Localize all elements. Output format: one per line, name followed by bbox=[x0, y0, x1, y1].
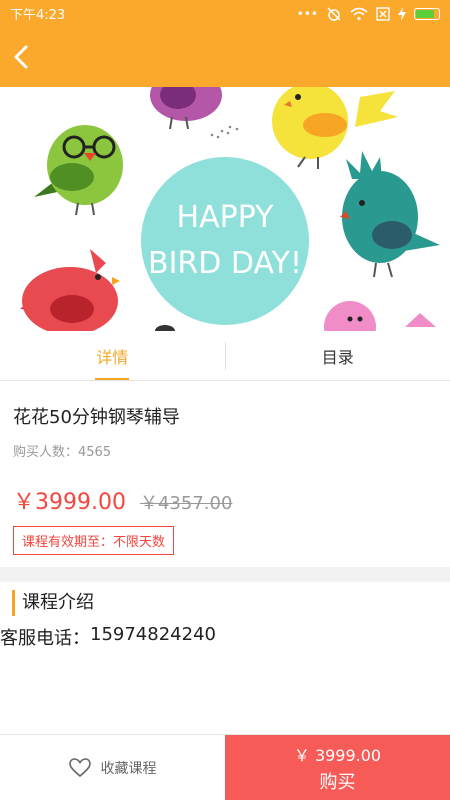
banner-text-line2: BIRD DAY! bbox=[148, 246, 302, 281]
buy-price: ￥ 3999.00 bbox=[293, 745, 382, 765]
status-bar: 下午4:23 ••• bbox=[0, 0, 450, 27]
banner-text-line1: HAPPY bbox=[177, 200, 275, 235]
validity-badge: 课程有效期至：不限天数 bbox=[13, 526, 175, 555]
status-time: 下午4:23 bbox=[10, 8, 66, 23]
buy-label: 购买 bbox=[319, 771, 356, 793]
price-row: ￥3999.00 ￥4357.00 bbox=[13, 484, 437, 516]
more-dots-icon: ••• bbox=[296, 6, 318, 21]
bottom-action-bar: 收藏课程 ￥ 3999.00 购买 bbox=[0, 734, 450, 800]
buyer-count-value: 4565 bbox=[78, 445, 112, 460]
tab-details[interactable]: 详情 bbox=[0, 331, 225, 380]
course-intro-section: 课程介绍 客服电话： 15974824240 bbox=[0, 582, 450, 734]
charging-icon bbox=[398, 6, 406, 21]
course-banner-image: HAPPY BIRD DAY! bbox=[0, 87, 450, 331]
no-sim-icon bbox=[376, 6, 390, 21]
wifi-icon bbox=[350, 7, 368, 20]
course-info-section: 花花50分钟钢琴辅导 购买人数：4565 ￥3999.00 ￥4357.00 课… bbox=[0, 381, 450, 567]
current-price: ￥3999.00 bbox=[13, 490, 126, 515]
service-phone-label: 客服电话： bbox=[0, 628, 90, 649]
buy-button[interactable]: ￥ 3999.00 购买 bbox=[225, 735, 450, 800]
buyer-count: 购买人数：4565 bbox=[13, 441, 437, 460]
battery-icon bbox=[414, 7, 440, 20]
favorite-course-button[interactable]: 收藏课程 bbox=[0, 735, 225, 800]
detail-tabs: 详情 目录 bbox=[0, 331, 450, 381]
section-divider bbox=[0, 567, 450, 582]
chevron-left-icon bbox=[14, 45, 28, 69]
service-phone: 客服电话： 15974824240 bbox=[0, 624, 450, 650]
back-button[interactable] bbox=[10, 39, 40, 75]
status-icons: ••• bbox=[297, 6, 440, 22]
original-price: ￥4357.00 bbox=[139, 493, 233, 514]
alarm-off-icon bbox=[327, 6, 341, 21]
buyer-count-label: 购买人数： bbox=[13, 445, 79, 460]
heart-icon bbox=[68, 757, 91, 777]
course-title: 花花50分钟钢琴辅导 bbox=[13, 407, 180, 428]
top-nav-bar bbox=[0, 27, 450, 87]
service-phone-number[interactable]: 15974824240 bbox=[90, 624, 216, 650]
intro-heading: 课程介绍 bbox=[12, 590, 450, 616]
tab-catalog[interactable]: 目录 bbox=[226, 331, 450, 380]
happy-bird-day-circle: HAPPY BIRD DAY! bbox=[141, 157, 309, 325]
favorite-label: 收藏课程 bbox=[100, 760, 157, 777]
